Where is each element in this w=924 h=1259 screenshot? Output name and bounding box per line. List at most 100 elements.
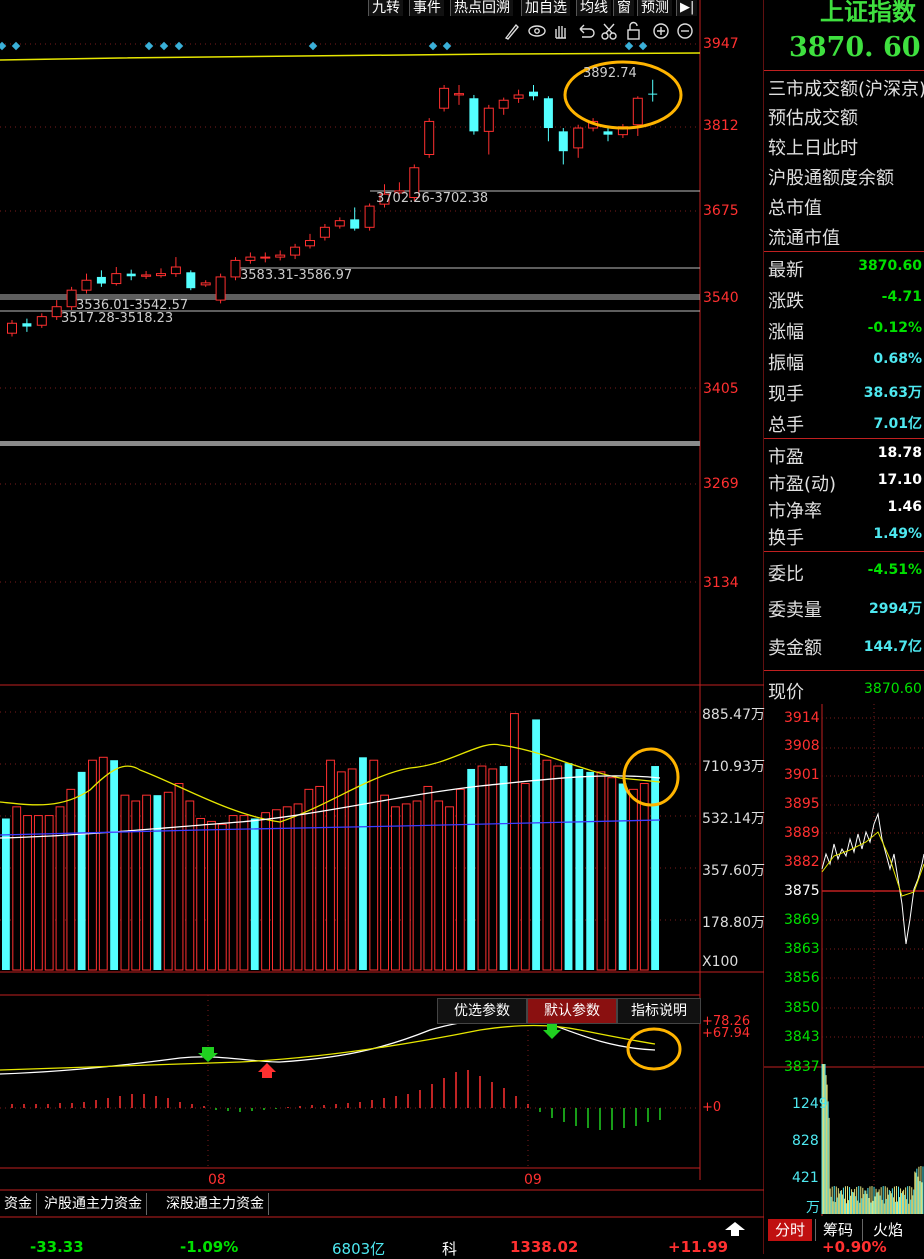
tab-preferred-params[interactable]: 优选参数 — [437, 998, 527, 1024]
mini-volume-tick: 万 — [806, 1200, 820, 1216]
macd-axis-label: +0 — [702, 1100, 722, 1115]
volume-bar — [55, 806, 65, 971]
tab-indicator-help[interactable]: 指标说明 — [617, 998, 701, 1024]
candle-body[interactable] — [334, 220, 345, 227]
volume-bar — [445, 806, 454, 971]
scroll-top-icon[interactable] — [725, 1222, 745, 1236]
valuation-value: 18.78 — [877, 445, 922, 461]
info-label: 三市成交额(沪深京) — [768, 79, 924, 100]
candle-body[interactable] — [126, 273, 136, 277]
kline-axis-label: 3540 — [703, 290, 739, 306]
volume-bars — [2, 713, 659, 971]
candle-body[interactable] — [305, 240, 315, 247]
volume-bar — [499, 766, 508, 970]
volume-bar — [434, 800, 444, 971]
volume-bar — [98, 756, 108, 971]
mini-volume-tick: 828 — [792, 1133, 819, 1149]
candle-body[interactable] — [454, 93, 464, 96]
mini-price-tick: 3856 — [784, 970, 820, 986]
candle-body[interactable] — [96, 276, 106, 284]
volume-bar — [110, 760, 119, 970]
tab-intraday[interactable]: 分时 — [768, 1219, 812, 1241]
candle-body[interactable] — [200, 282, 211, 286]
candle-body[interactable] — [558, 131, 568, 152]
volume-bar — [467, 768, 476, 970]
candle-body[interactable] — [81, 279, 92, 291]
candle-body[interactable] — [350, 219, 360, 229]
candle-body[interactable] — [529, 91, 538, 97]
info-label: 较上日此时 — [768, 138, 858, 159]
volume-bar — [510, 713, 519, 971]
info-label: 沪股通额度余额 — [768, 168, 894, 189]
order-label: 委比 — [768, 564, 804, 585]
candle-body[interactable] — [275, 254, 286, 258]
candle-body[interactable] — [230, 259, 241, 278]
volume-bar — [564, 763, 573, 970]
buy-signal-arrow-icon — [258, 1063, 276, 1078]
candle-body[interactable] — [543, 98, 553, 129]
candle-body[interactable] — [186, 272, 196, 289]
volume-bar — [651, 766, 659, 970]
volume-bar — [542, 759, 552, 971]
macd-histogram — [11, 1070, 661, 1130]
quote-value: -0.12% — [867, 320, 922, 336]
order-value: -4.51% — [867, 562, 922, 578]
mini-price-tick: 3850 — [784, 1000, 820, 1016]
candle-body[interactable] — [260, 256, 271, 259]
candle-body[interactable] — [573, 127, 584, 149]
volume-bar — [401, 803, 411, 971]
candle-body[interactable] — [648, 93, 658, 95]
main-chart — [0, 0, 764, 1254]
candle-body[interactable] — [424, 120, 435, 156]
volume-bar — [553, 765, 563, 971]
candle-body[interactable] — [603, 131, 613, 135]
candle-body[interactable] — [141, 274, 152, 277]
volume-bar — [575, 768, 584, 970]
volume-bar — [217, 823, 227, 971]
volume-bar — [163, 791, 173, 971]
candle-body[interactable] — [36, 316, 47, 326]
candle-body[interactable] — [513, 94, 524, 99]
volume-bar — [618, 783, 627, 970]
volume-bar — [455, 788, 465, 971]
candle-body[interactable] — [319, 226, 330, 238]
volume-bar — [293, 803, 303, 971]
candle-body[interactable] — [498, 99, 509, 109]
status-star-market-change: +11.99 — [668, 1238, 729, 1256]
volume-bar — [153, 795, 162, 970]
candle-body[interactable] — [290, 246, 301, 256]
volume-axis-label: 532.14万 — [702, 811, 765, 827]
candle-body[interactable] — [7, 322, 17, 334]
mini-price-tick: 3843 — [784, 1029, 820, 1045]
candle-body[interactable] — [51, 306, 62, 318]
mini-price-tick: 3895 — [784, 796, 820, 812]
volume-bar — [120, 794, 130, 971]
candle-body[interactable] — [364, 205, 375, 228]
candle-body[interactable] — [215, 276, 226, 301]
candle-body[interactable] — [22, 323, 32, 327]
candle-body[interactable] — [469, 98, 479, 132]
candle-body[interactable] — [483, 107, 494, 132]
tab-shenzhen-connect-capital[interactable]: 深股通主力资金 — [162, 1193, 269, 1215]
tab-capital[interactable]: 资金 — [0, 1193, 37, 1215]
event-markers[interactable] — [0, 41, 648, 51]
volume-bar — [412, 800, 422, 971]
volume-axis-label: 357.60万 — [702, 863, 765, 879]
candle-body[interactable] — [170, 266, 181, 275]
quote-label: 最新 — [768, 260, 804, 281]
volume-bar — [2, 818, 10, 970]
volume-bar — [586, 771, 595, 970]
status-star-market-pct: +0.90% — [822, 1238, 887, 1256]
candle-body[interactable] — [245, 256, 256, 261]
valuation-value: 1.49% — [873, 526, 922, 542]
candle-body[interactable] — [632, 97, 643, 126]
candle-body[interactable] — [111, 273, 122, 285]
tab-default-params[interactable]: 默认参数 — [527, 998, 617, 1024]
valuation-label: 市盈(动) — [768, 474, 837, 495]
candle-body[interactable] — [66, 289, 77, 308]
candle-body[interactable] — [156, 273, 166, 277]
tab-shanghai-connect-capital[interactable]: 沪股通主力资金 — [40, 1193, 147, 1215]
volume-bar — [33, 815, 43, 971]
volume-axis-label: 885.47万 — [702, 707, 765, 723]
candle-body[interactable] — [439, 87, 450, 109]
